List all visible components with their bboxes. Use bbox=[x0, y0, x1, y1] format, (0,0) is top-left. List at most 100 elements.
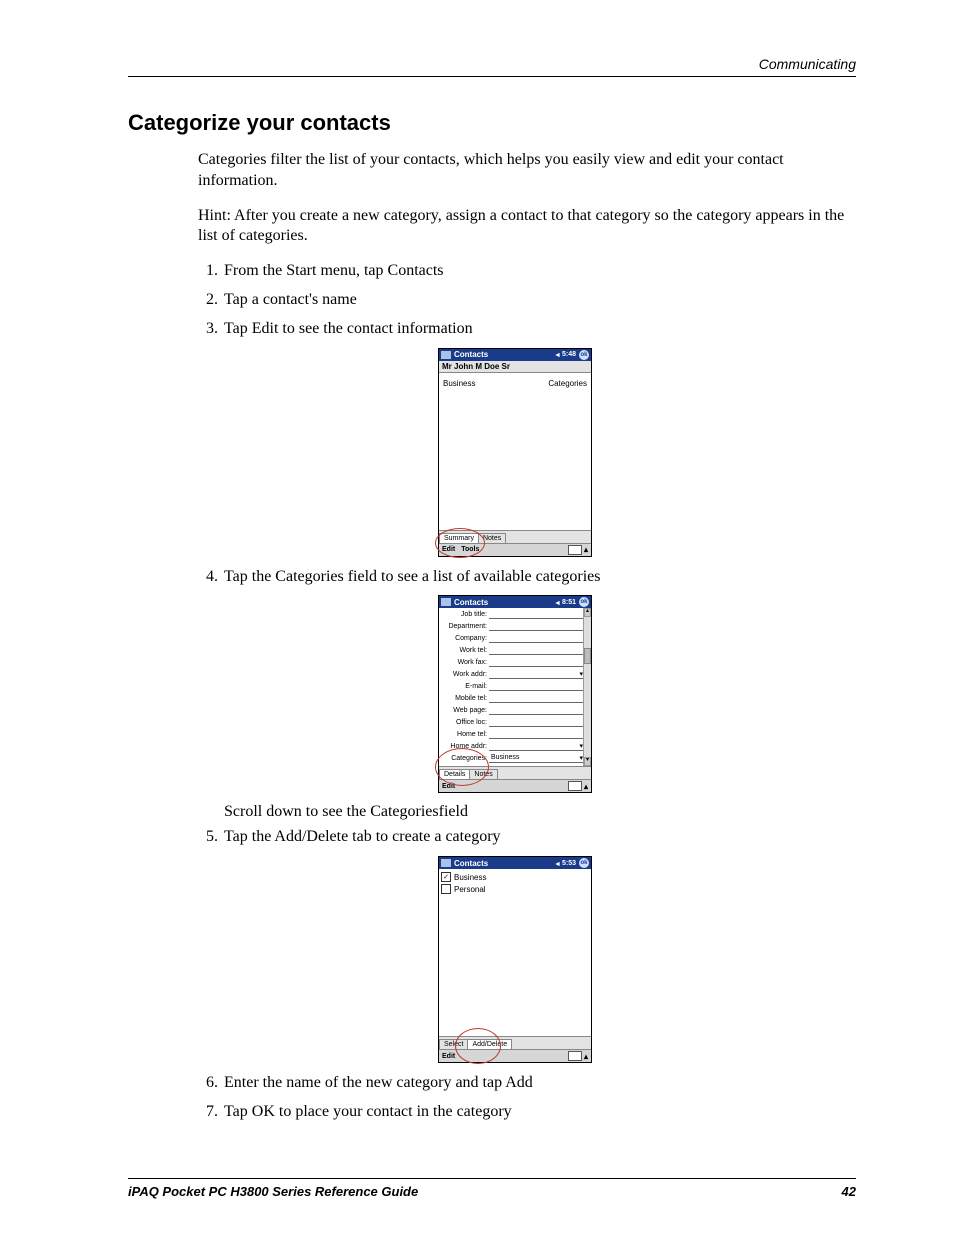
label-email: E-mail: bbox=[439, 683, 489, 690]
label-home-addr: Home addr: bbox=[439, 743, 489, 750]
step-5: Tap the Add/Delete tab to create a categ… bbox=[222, 827, 856, 848]
menu-bar: Edit bbox=[439, 779, 591, 792]
contact-name-bar: Mr John M Doe Sr bbox=[439, 361, 591, 373]
category-row-business[interactable]: ✓ Business bbox=[439, 871, 591, 883]
steps-list-cont2: Tap the Add/Delete tab to create a categ… bbox=[198, 827, 856, 848]
window-title: Contacts bbox=[454, 859, 488, 868]
field-home-tel[interactable] bbox=[489, 730, 583, 739]
menu-edit[interactable]: Edit bbox=[442, 1053, 455, 1060]
screenshot-2-wrap: Contacts 8:51 ok Job title: Department: … bbox=[438, 595, 856, 793]
field-work-addr[interactable] bbox=[489, 670, 583, 679]
tab-details[interactable]: Details bbox=[439, 769, 470, 779]
field-work-tel[interactable] bbox=[489, 646, 583, 655]
clock-time: 5:53 bbox=[562, 860, 576, 867]
ppc-screenshot-3: Contacts 5:53 ok ✓ Business Personal bbox=[438, 856, 592, 1063]
tab-notes[interactable]: Notes bbox=[469, 769, 497, 779]
titlebar: Contacts 8:51 ok bbox=[439, 596, 591, 608]
tab-row: Select Add/Delete bbox=[439, 1036, 591, 1049]
footer-page-number: 42 bbox=[842, 1184, 856, 1199]
label-mobile-tel: Mobile tel: bbox=[439, 695, 489, 702]
label-work-tel: Work tel: bbox=[439, 647, 489, 654]
field-home-addr[interactable] bbox=[489, 742, 583, 751]
scroll-down-icon[interactable]: ▾ bbox=[584, 757, 591, 766]
screenshot-1-wrap: Contacts 5:48 ok Mr John M Doe Sr Busine… bbox=[438, 348, 856, 557]
label-categories: Categories: bbox=[439, 755, 489, 762]
label-department: Department: bbox=[439, 623, 489, 630]
label-web-page: Web page: bbox=[439, 707, 489, 714]
scroll-thumb[interactable] bbox=[584, 648, 591, 664]
menu-edit[interactable]: Edit bbox=[442, 783, 455, 790]
keyboard-icon[interactable] bbox=[568, 545, 582, 555]
speaker-icon[interactable] bbox=[554, 350, 562, 359]
field-work-fax[interactable] bbox=[489, 658, 583, 667]
field-mobile-tel[interactable] bbox=[489, 694, 583, 703]
running-head: Communicating bbox=[759, 56, 856, 72]
step-3: Tap Edit to see the contact information bbox=[222, 319, 856, 340]
field-web-page[interactable] bbox=[489, 706, 583, 715]
start-icon[interactable] bbox=[441, 859, 451, 867]
categories-label[interactable]: Categories bbox=[548, 379, 587, 388]
step-6: Enter the name of the new category and t… bbox=[222, 1073, 856, 1094]
ok-button[interactable]: ok bbox=[579, 597, 589, 607]
field-office-loc[interactable] bbox=[489, 718, 583, 727]
checkbox-personal[interactable] bbox=[441, 884, 451, 894]
category-row-personal[interactable]: Personal bbox=[439, 883, 591, 895]
speaker-icon[interactable] bbox=[554, 859, 562, 868]
keyboard-icon[interactable] bbox=[568, 1051, 582, 1061]
step-1: From the Start menu, tap Contacts bbox=[222, 261, 856, 282]
titlebar: Contacts 5:48 ok bbox=[439, 349, 591, 361]
top-rule bbox=[128, 76, 856, 77]
bottom-rule bbox=[128, 1178, 856, 1179]
label-job-title: Job title: bbox=[439, 611, 489, 618]
category-label-business: Business bbox=[454, 873, 486, 882]
clock-time: 8:51 bbox=[562, 599, 576, 606]
scroll-up-icon[interactable]: ▴ bbox=[584, 608, 591, 617]
field-department[interactable] bbox=[489, 622, 583, 631]
footer-title: iPAQ Pocket PC H3800 Series Reference Gu… bbox=[128, 1184, 418, 1199]
label-company: Company: bbox=[439, 635, 489, 642]
steps-list-cont1: Tap the Categories field to see a list o… bbox=[198, 567, 856, 588]
field-email[interactable] bbox=[489, 682, 583, 691]
hint-para: Hint: After you create a new category, a… bbox=[198, 206, 846, 248]
up-arrow-icon[interactable] bbox=[584, 1052, 588, 1061]
up-arrow-icon[interactable] bbox=[584, 782, 588, 791]
field-categories[interactable]: Business bbox=[489, 754, 583, 763]
titlebar: Contacts 5:53 ok bbox=[439, 857, 591, 869]
tab-row: Summary Notes bbox=[439, 530, 591, 543]
category-label-personal: Personal bbox=[454, 885, 486, 894]
ppc-screenshot-2: Contacts 8:51 ok Job title: Department: … bbox=[438, 595, 592, 793]
menu-bar: Edit Tools bbox=[439, 543, 591, 556]
tab-select[interactable]: Select bbox=[439, 1039, 468, 1049]
intro-para: Categories filter the list of your conta… bbox=[198, 150, 846, 192]
ok-button[interactable]: ok bbox=[579, 350, 589, 360]
label-work-addr: Work addr: bbox=[439, 671, 489, 678]
step-4: Tap the Categories field to see a list o… bbox=[222, 567, 856, 588]
menu-tools[interactable]: Tools bbox=[461, 546, 479, 553]
field-company[interactable] bbox=[489, 634, 583, 643]
vertical-scrollbar[interactable]: ▴ ▾ bbox=[583, 608, 591, 766]
tab-summary[interactable]: Summary bbox=[439, 533, 479, 543]
form-rows: Job title: Department: Company: Work tel… bbox=[439, 608, 583, 764]
tab-notes[interactable]: Notes bbox=[478, 533, 506, 543]
step-4-sub: Scroll down to see the Categoriesfield bbox=[224, 803, 856, 821]
start-icon[interactable] bbox=[441, 598, 451, 606]
speaker-icon[interactable] bbox=[554, 598, 562, 607]
content-area: Business Categories bbox=[439, 373, 591, 530]
clock-time: 5:48 bbox=[562, 351, 576, 358]
category-value: Business bbox=[443, 379, 475, 388]
start-icon[interactable] bbox=[441, 351, 451, 359]
step-7: Tap OK to place your contact in the cate… bbox=[222, 1102, 856, 1123]
field-job-title[interactable] bbox=[489, 610, 583, 619]
menu-bar: Edit bbox=[439, 1049, 591, 1062]
up-arrow-icon[interactable] bbox=[584, 545, 588, 554]
tab-add-delete[interactable]: Add/Delete bbox=[467, 1039, 512, 1049]
form-area: Job title: Department: Company: Work tel… bbox=[439, 608, 591, 766]
menu-edit[interactable]: Edit bbox=[442, 546, 455, 553]
body-text: Categories filter the list of your conta… bbox=[198, 150, 846, 247]
ok-button[interactable]: ok bbox=[579, 858, 589, 868]
section-title: Categorize your contacts bbox=[128, 110, 856, 136]
steps-list-cont3: Enter the name of the new category and t… bbox=[198, 1073, 856, 1123]
tab-row: Details Notes bbox=[439, 766, 591, 779]
keyboard-icon[interactable] bbox=[568, 781, 582, 791]
checkbox-business[interactable]: ✓ bbox=[441, 872, 451, 882]
